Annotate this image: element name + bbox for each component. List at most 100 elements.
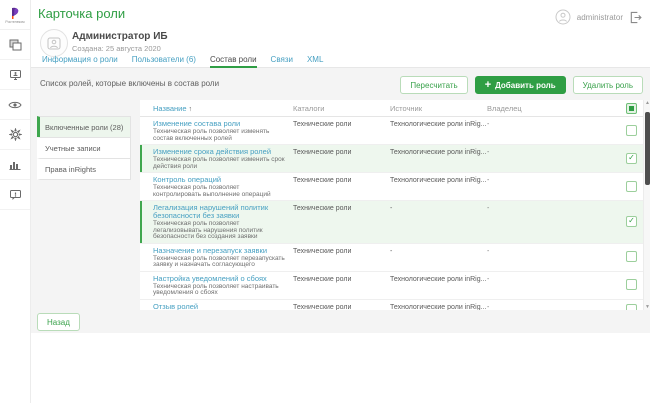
table-row: Назначение и перезапуск заявки Техническ…	[140, 244, 650, 272]
delete-role-button[interactable]: Удалить роль	[573, 76, 643, 94]
select-all-checkbox[interactable]	[626, 103, 637, 114]
user-menu[interactable]: administrator	[555, 9, 642, 25]
role-source-cell: -	[390, 204, 487, 213]
roles-table: Название↑ Каталоги Источник Владелец Изм…	[140, 100, 650, 310]
role-name-link[interactable]: Отзыв ролей	[153, 303, 285, 311]
logout-icon[interactable]	[629, 11, 642, 24]
tab[interactable]: Информация о роли	[42, 54, 118, 67]
role-name-link[interactable]: Назначение и перезапуск заявки	[153, 247, 285, 255]
table-scrollbar[interactable]: ▲ ▼	[643, 100, 650, 310]
role-name-cell: Настройка уведомлений о сбоях Техническа…	[153, 275, 293, 297]
display-icon	[9, 69, 22, 81]
eye-icon	[8, 100, 22, 110]
role-name-cell: Легализация нарушений политик безопаснос…	[153, 204, 293, 241]
toolbar: Пересчитать +Добавить роль Удалить роль	[400, 76, 643, 94]
logo-text: Ростелеком	[5, 20, 24, 24]
content-panel: Список ролей, которые включены в состав …	[30, 68, 650, 333]
sort-asc-icon[interactable]: ↑	[189, 106, 193, 113]
role-name-cell: Отзыв ролей Техническая роль позволяет о…	[153, 303, 293, 311]
tab-label: Пользователи (6)	[132, 55, 196, 64]
role-name-link[interactable]: Легализация нарушений политик безопаснос…	[153, 204, 285, 220]
app-logo[interactable]: Ростелеком	[0, 0, 30, 30]
row-checkbox[interactable]	[626, 304, 637, 310]
column-header-name[interactable]: Название↑	[153, 104, 293, 113]
rostelecom-flag-icon	[9, 7, 21, 20]
sidebar-item-display[interactable]	[0, 60, 30, 90]
sidebar-item-catalogs[interactable]	[0, 30, 30, 60]
scroll-down-icon[interactable]: ▼	[644, 304, 650, 310]
recalculate-button[interactable]: Пересчитать	[400, 76, 467, 94]
tab[interactable]: XML	[307, 54, 323, 67]
role-title: Администратор ИБ	[72, 31, 168, 42]
subnav-item[interactable]: Учетные записи	[37, 137, 131, 159]
sidebar-item-feedback[interactable]	[0, 180, 30, 210]
page-title: Карточка роли	[38, 6, 125, 21]
row-checkbox[interactable]	[626, 125, 637, 136]
row-checkbox[interactable]	[626, 279, 637, 290]
feedback-icon	[9, 189, 22, 201]
role-catalog-cell: Технические роли	[293, 275, 390, 284]
role-source-cell: Технологические роли inRig...	[390, 148, 487, 157]
scrollbar-thumb[interactable]	[645, 112, 650, 185]
column-header-owner: Владелец	[487, 104, 527, 113]
role-name-link[interactable]: Настройка уведомлений о сбоях	[153, 275, 285, 283]
photo-placeholder-icon	[47, 37, 61, 50]
tabs: Информация о роли Пользователи (6) Состав …	[30, 54, 650, 68]
table-row: Изменение срока действия ролей Техническ…	[140, 145, 650, 173]
app-sidebar: Ростелеком	[0, 0, 31, 403]
tab-label: XML	[307, 55, 323, 64]
role-name-cell: Изменение состава роли Техническая роль …	[153, 120, 293, 142]
scroll-up-icon[interactable]: ▲	[644, 100, 650, 106]
role-description: Техническая роль позволяет контролироват…	[153, 185, 285, 198]
tab[interactable]: Пользователи (6)	[132, 54, 196, 67]
role-catalog-cell: Технические роли	[293, 303, 390, 311]
role-description: Техническая роль позволяет перезапускать…	[153, 256, 285, 269]
table-body: Изменение состава роли Техническая роль …	[140, 117, 650, 310]
role-owner-cell: -	[487, 275, 527, 283]
role-name-cell: Контроль операций Техническая роль позво…	[153, 176, 293, 198]
role-owner-cell: -	[487, 148, 527, 156]
column-header-catalogs: Каталоги	[293, 104, 390, 113]
column-header-source: Источник	[390, 104, 487, 113]
role-owner-cell: -	[487, 176, 527, 184]
back-button[interactable]: Назад	[37, 313, 80, 331]
role-name-link[interactable]: Контроль операций	[153, 176, 285, 184]
table-header: Название↑ Каталоги Источник Владелец	[140, 100, 650, 117]
add-role-button[interactable]: +Добавить роль	[475, 76, 566, 94]
subnav-item[interactable]: Включенные роли (28)	[37, 116, 131, 138]
role-name-cell: Назначение и перезапуск заявки Техническ…	[153, 247, 293, 269]
plus-icon: +	[485, 80, 491, 91]
row-checkbox[interactable]	[626, 181, 637, 192]
role-description: Техническая роль позволяет легализовыват…	[153, 221, 285, 241]
role-source-cell: -	[390, 247, 487, 256]
user-name: administrator	[577, 13, 623, 22]
role-source-cell: Технологические роли inRig...	[390, 176, 487, 185]
tab-label: Информация о роли	[42, 55, 118, 64]
table-row: Отзыв ролей Техническая роль позволяет о…	[140, 300, 650, 311]
role-description: Техническая роль позволяет изменять сост…	[153, 129, 285, 142]
tab-label: Связи	[271, 55, 293, 64]
tab[interactable]: Состав роли	[210, 54, 257, 67]
tab-label: Состав роли	[210, 55, 257, 64]
row-checkbox[interactable]	[626, 153, 637, 164]
role-source-cell: Технологические роли inRig...	[390, 275, 487, 284]
role-catalog-cell: Технические роли	[293, 148, 390, 157]
role-name-link[interactable]: Изменение срока действия ролей	[153, 148, 285, 156]
sidebar-item-analytics[interactable]	[0, 150, 30, 180]
role-catalog-cell: Технические роли	[293, 204, 390, 213]
row-checkbox[interactable]	[626, 251, 637, 262]
subnav-item-label: Включенные роли (28)	[45, 123, 123, 132]
role-name-link[interactable]: Изменение состава роли	[153, 120, 285, 128]
row-checkbox[interactable]	[626, 216, 637, 227]
role-catalog-cell: Технические роли	[293, 247, 390, 256]
subnav: Включенные роли (28) Учетные записиПрава …	[37, 117, 131, 180]
sidebar-item-monitoring[interactable]	[0, 90, 30, 120]
table-row: Легализация нарушений политик безопаснос…	[140, 201, 650, 244]
role-avatar	[40, 29, 68, 57]
role-name-cell: Изменение срока действия ролей Техническ…	[153, 148, 293, 170]
role-description: Техническая роль позволяет настраивать у…	[153, 284, 285, 297]
sidebar-item-settings[interactable]	[0, 120, 30, 150]
tab[interactable]: Связи	[271, 54, 293, 67]
table-row: Контроль операций Техническая роль позво…	[140, 173, 650, 201]
subnav-item[interactable]: Права inRights	[37, 158, 131, 180]
